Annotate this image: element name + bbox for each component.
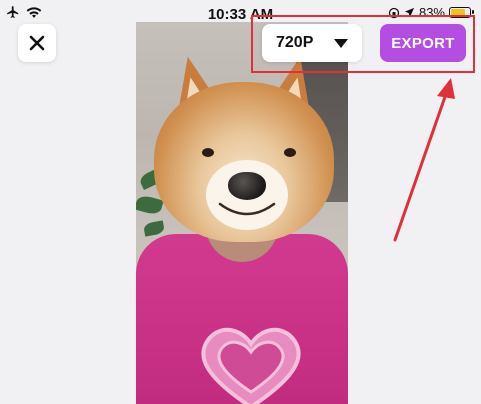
close-button[interactable] xyxy=(18,24,56,62)
location-icon xyxy=(404,7,415,18)
close-icon xyxy=(29,35,45,51)
quality-value: 720P xyxy=(276,34,314,51)
quality-dropdown[interactable]: 720P xyxy=(262,24,362,62)
export-button[interactable]: EXPORT xyxy=(380,24,466,62)
shirt-heart-graphic xyxy=(201,328,301,404)
dog-face-filter xyxy=(154,82,334,242)
status-right: 83% xyxy=(388,5,474,20)
battery-icon xyxy=(449,7,474,18)
dog-mouth xyxy=(218,202,276,216)
dog-eye-left xyxy=(202,148,214,157)
video-preview[interactable] xyxy=(136,22,348,404)
battery-percent: 83% xyxy=(418,5,445,20)
dog-nose xyxy=(228,172,266,200)
orientation-lock-icon xyxy=(388,7,400,18)
dropdown-arrow-icon xyxy=(334,39,348,48)
dog-eye-right xyxy=(284,148,296,157)
plant-leaf xyxy=(143,220,165,237)
